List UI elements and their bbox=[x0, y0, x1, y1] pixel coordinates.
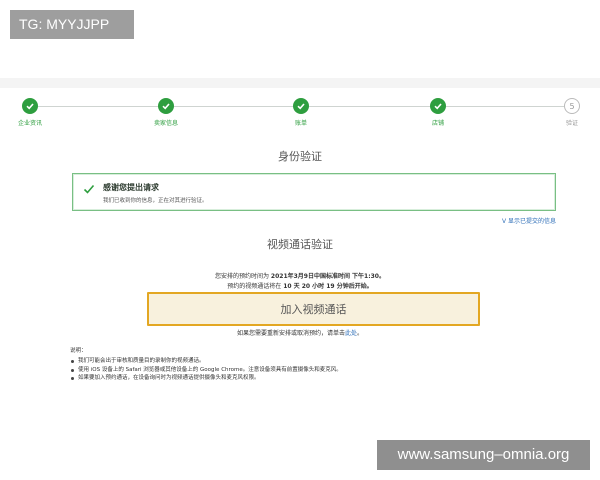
reschedule-note: 如果您需要重新安排或取消预约，请单击此处。 bbox=[0, 328, 600, 337]
list-item: 我们可能会出于审核和质量目的录制你的视频通话。 bbox=[70, 357, 490, 366]
step-number: 5 bbox=[564, 98, 580, 114]
step-billing[interactable]: 账单 bbox=[271, 96, 331, 127]
check-circle-icon bbox=[22, 98, 38, 114]
progress-stepper: 企业资讯 卖家信息 账单 店铺 5 验证 bbox=[0, 96, 600, 132]
step-store[interactable]: 店铺 bbox=[408, 96, 468, 127]
check-circle-icon bbox=[430, 98, 446, 114]
step-label: 卖家信息 bbox=[153, 120, 178, 127]
appointment-countdown: 预约的视频通话将在 10 天 20 小时 19 分钟后开始。 bbox=[0, 281, 600, 290]
tg-badge: TG: MYYJJPP bbox=[10, 10, 134, 39]
reschedule-suffix: 。 bbox=[357, 330, 364, 337]
check-circle-icon bbox=[293, 98, 309, 114]
reschedule-link[interactable]: 此处 bbox=[345, 330, 357, 337]
step-label: 店铺 bbox=[431, 120, 444, 127]
step-label: 企业资讯 bbox=[17, 120, 42, 127]
identity-title: 身份验证 bbox=[278, 150, 322, 163]
video-title: 视频通话验证 bbox=[267, 238, 333, 251]
join-video-call-button[interactable]: 加入视频通话 bbox=[147, 292, 480, 326]
appointment-time-label: 您安排的预约时间为 bbox=[215, 273, 271, 280]
success-heading: 感谢您提出请求 bbox=[103, 183, 159, 192]
success-alert: 感谢您提出请求 我们已收到你的信息，正在对其进行验证。 bbox=[72, 173, 556, 211]
check-circle-icon bbox=[158, 98, 174, 114]
step-label: 账单 bbox=[294, 120, 307, 127]
checkmark-icon bbox=[83, 184, 95, 194]
instructions-title: 说明： bbox=[70, 348, 87, 354]
success-message: 我们已收到你的信息，正在对其进行验证。 bbox=[103, 198, 208, 204]
site-watermark: www.samsung–omnia.org bbox=[377, 440, 590, 470]
countdown-label: 预约的视频通话将在 bbox=[227, 283, 284, 290]
header-band bbox=[0, 78, 600, 88]
reschedule-text: 如果您需要重新安排或取消预约，请单击 bbox=[236, 330, 345, 337]
show-submitted-info-link[interactable]: V 显示已提交的信息 bbox=[502, 216, 556, 225]
appointment-time-value: 2021年3月9日中国标准时间 下午1:30。 bbox=[270, 273, 385, 280]
appointment-time: 您安排的预约时间为 2021年3月9日中国标准时间 下午1:30。 bbox=[0, 271, 600, 280]
list-item: 如果要加入预约通话，在设备询问时为视频通话提供摄像头和麦克风权限。 bbox=[70, 374, 490, 383]
step-seller-info[interactable]: 卖家信息 bbox=[136, 96, 196, 127]
list-item: 使用 iOS 设备上的 Safari 浏览器或其他设备上的 Google Chr… bbox=[70, 366, 490, 375]
instructions: 说明： 我们可能会出于审核和质量目的录制你的视频通话。 使用 iOS 设备上的 … bbox=[70, 346, 490, 383]
countdown-value: 10 天 20 小时 19 分钟后开始。 bbox=[283, 283, 373, 290]
step-label: 验证 bbox=[565, 120, 578, 127]
instructions-list: 我们可能会出于审核和质量目的录制你的视频通话。 使用 iOS 设备上的 Safa… bbox=[70, 357, 490, 383]
step-verification: 5 验证 bbox=[542, 96, 600, 127]
step-company-info[interactable]: 企业资讯 bbox=[0, 96, 60, 127]
